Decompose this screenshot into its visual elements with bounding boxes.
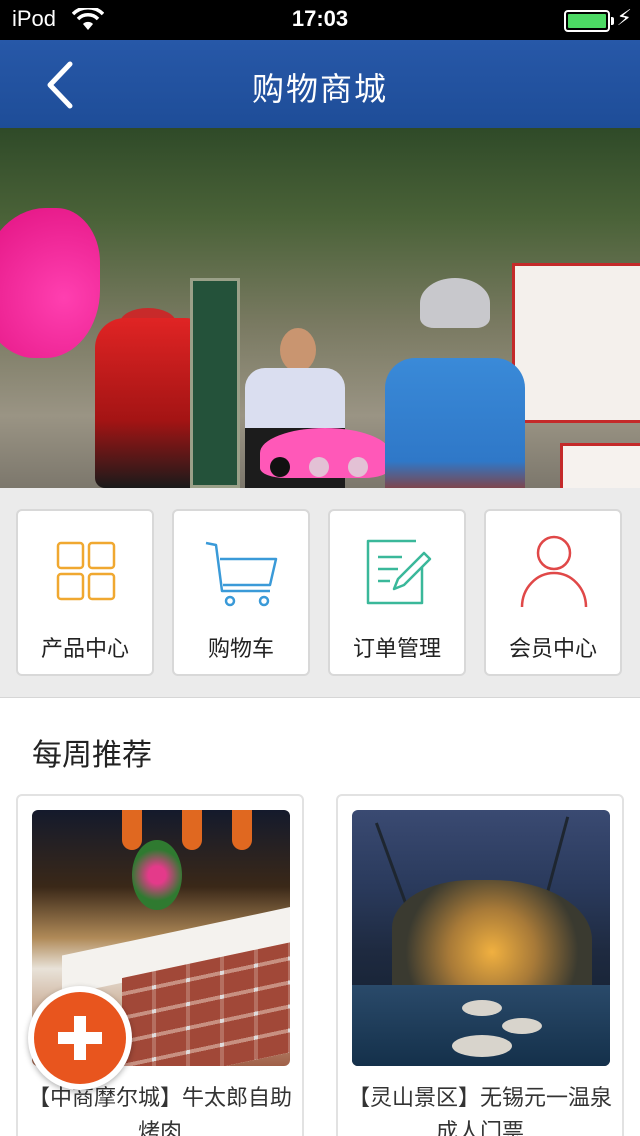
order-icon xyxy=(366,539,432,605)
carousel-dot[interactable] xyxy=(309,457,329,477)
banner-carousel[interactable] xyxy=(0,128,640,488)
menu-order-management[interactable]: 订单管理 xyxy=(328,509,466,676)
battery-icon xyxy=(564,10,614,32)
status-bar: iPod 17:03 ⚡ xyxy=(0,0,640,40)
menu-label: 购物车 xyxy=(207,637,274,662)
add-button[interactable] xyxy=(28,986,132,1090)
carousel-dot[interactable] xyxy=(348,457,368,477)
recommend-item[interactable]: 【灵山景区】无锡元一温泉成人门票 xyxy=(336,794,624,1136)
clock: 17:03 xyxy=(291,6,349,31)
plus-icon xyxy=(34,992,126,1084)
menu-label: 产品中心 xyxy=(40,637,129,662)
cart-icon xyxy=(205,541,278,607)
menu-label: 会员中心 xyxy=(508,637,597,662)
carousel-indicator[interactable] xyxy=(270,457,368,477)
section-title: 每周推荐 xyxy=(32,738,152,773)
nav-bar: 购物商城 xyxy=(0,40,640,128)
user-icon xyxy=(520,535,588,608)
item-name: 【灵山景区】无锡元一温泉成人门票 xyxy=(348,1086,613,1136)
menu-label: 订单管理 xyxy=(352,637,441,662)
menu-grid: 产品中心 购物车 订单管理 会员中心 xyxy=(0,488,640,698)
item-name: 【中商摩尔城】牛太郎自助烤肉 xyxy=(28,1086,293,1136)
grid-icon xyxy=(56,541,116,601)
charging-icon: ⚡ xyxy=(616,6,632,31)
page-title: 购物商城 xyxy=(251,70,388,108)
menu-member-center[interactable]: 会员中心 xyxy=(484,509,622,676)
menu-product-center[interactable]: 产品中心 xyxy=(16,509,154,676)
carousel-dot[interactable] xyxy=(270,457,290,477)
hot-spring-night-photo xyxy=(352,810,610,1066)
menu-shopping-cart[interactable]: 购物车 xyxy=(172,509,310,676)
